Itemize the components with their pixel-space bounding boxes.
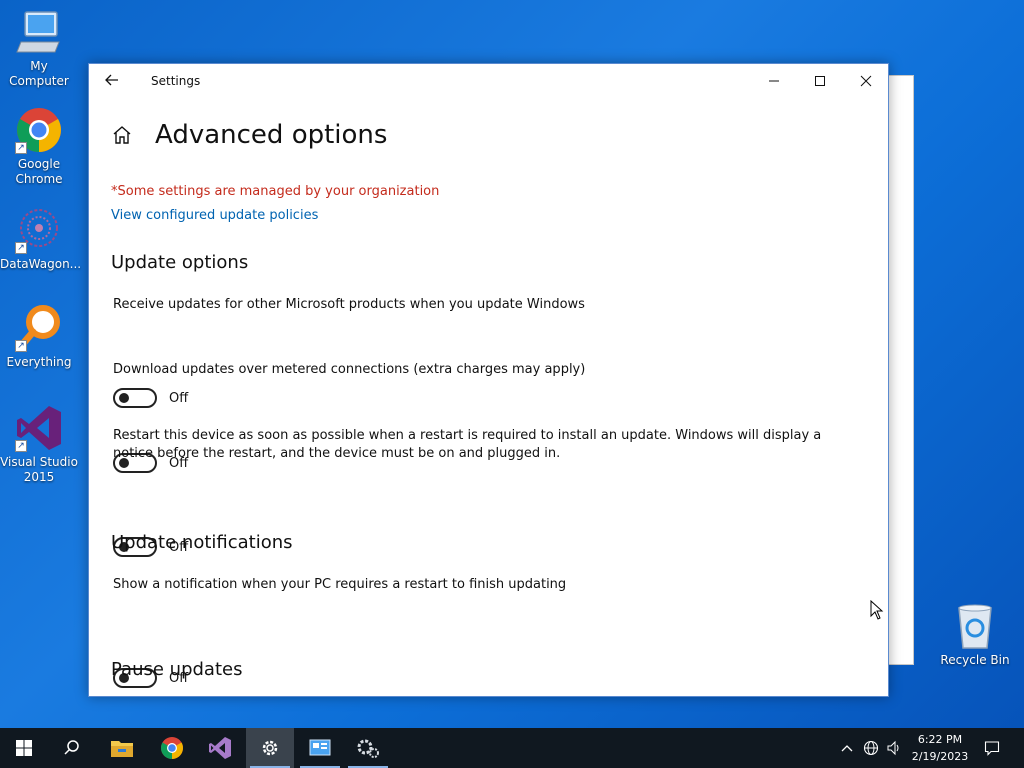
control-panel-icon [309, 739, 331, 756]
option-text: Receive updates for other Microsoft prod… [113, 297, 585, 312]
show-hidden-icons-button[interactable] [838, 728, 856, 768]
chevron-up-icon [841, 745, 853, 752]
toggle-knob [119, 393, 129, 403]
page-title: Advanced options [155, 120, 388, 150]
desktop-icon-google-chrome[interactable]: ↗ Google Chrome [0, 106, 78, 187]
speaker-icon [887, 740, 899, 756]
desktop-icon-label: Everything [6, 355, 72, 369]
maximize-icon [815, 76, 825, 86]
desktop-icon-visual-studio[interactable]: ↗ Visual Studio 2015 [0, 404, 78, 485]
shortcut-arrow-icon: ↗ [15, 242, 27, 254]
section-title-pause-updates: Pause updates [111, 659, 243, 680]
desktop-icon-label: Recycle Bin [940, 653, 1010, 667]
option-text: Download updates over metered connection… [113, 362, 586, 377]
start-icon [16, 740, 32, 756]
shortcut-arrow-icon: ↗ [15, 440, 27, 452]
system-settings-icon [357, 739, 379, 758]
chrome-icon [161, 737, 183, 759]
start-button[interactable] [0, 728, 48, 768]
view-policies-link[interactable]: View configured update policies [111, 208, 318, 223]
section-title-update-options: Update options [111, 252, 249, 273]
window-title: Settings [151, 74, 201, 88]
search-icon [64, 740, 79, 755]
shortcut-arrow-icon: ↗ [15, 142, 27, 154]
taskbar-visual-studio[interactable] [196, 728, 244, 768]
notification-icon [984, 741, 1000, 756]
managed-notice: *Some settings are managed by your organ… [111, 184, 440, 199]
volume-button[interactable] [883, 728, 905, 768]
title-bar: Settings [89, 64, 888, 100]
back-arrow-icon [105, 74, 118, 86]
option-text: Restart this device as soon as possible … [113, 428, 822, 461]
action-center-button[interactable] [978, 728, 1006, 768]
taskbar: 6:22 PM 2/19/2023 [0, 728, 1024, 768]
close-button[interactable] [843, 64, 888, 100]
globe-network-icon [863, 740, 879, 756]
taskbar-file-explorer[interactable] [98, 728, 146, 768]
network-button[interactable] [860, 728, 882, 768]
toggle-state-label: Off [169, 390, 189, 406]
desktop-icon-my-computer[interactable]: My Computer [0, 8, 78, 89]
visual-studio-icon: ↗ [15, 404, 63, 452]
minimize-icon [769, 80, 779, 82]
desktop-icon-label: Google Chrome [15, 157, 63, 186]
visual-studio-icon [209, 737, 231, 759]
taskbar-control-panel[interactable] [296, 728, 344, 768]
toggle-row: Off [113, 388, 188, 408]
desktop-icon-recycle-bin[interactable]: Recycle Bin [936, 602, 1014, 668]
datawagon-icon: ↗ [15, 206, 63, 254]
taskbar-chrome[interactable] [148, 728, 196, 768]
clock-date: 2/19/2023 [911, 750, 969, 763]
clock-time: 6:22 PM [917, 733, 963, 746]
taskbar-system-settings[interactable] [344, 728, 392, 768]
close-icon [860, 75, 872, 87]
settings-window: Settings Advanced options *Some settings… [88, 63, 889, 697]
section-title-update-notifications: Update notifications [111, 532, 293, 553]
shortcut-arrow-icon: ↗ [15, 340, 27, 352]
settings-icon [262, 740, 278, 756]
minimize-button[interactable] [751, 64, 797, 100]
maximize-button[interactable] [797, 64, 843, 100]
back-button[interactable] [99, 70, 125, 94]
my-computer-icon [15, 8, 63, 56]
desktop-icon-label: Visual Studio 2015 [0, 455, 78, 484]
desktop-icon-label: My Computer [9, 59, 69, 88]
toggle-switch-microsoft-products[interactable] [113, 388, 157, 408]
home-icon[interactable] [111, 124, 133, 146]
option-text: Show a notification when your PC require… [113, 577, 567, 592]
chrome-icon: ↗ [15, 106, 63, 154]
taskbar-settings[interactable] [246, 728, 294, 768]
mouse-cursor-icon [870, 599, 884, 620]
recycle-bin-icon [951, 602, 999, 650]
desktop-icon-everything[interactable]: ↗ Everything [0, 304, 78, 370]
desktop-icon-label: DataWagon... [0, 257, 82, 271]
taskbar-clock[interactable]: 6:22 PM 2/19/2023 [906, 731, 974, 765]
desktop-icon-datawagon[interactable]: ↗ DataWagon... [0, 206, 82, 272]
file-explorer-icon [111, 741, 133, 757]
taskbar-search-button[interactable] [48, 728, 96, 768]
everything-search-icon: ↗ [15, 304, 63, 352]
